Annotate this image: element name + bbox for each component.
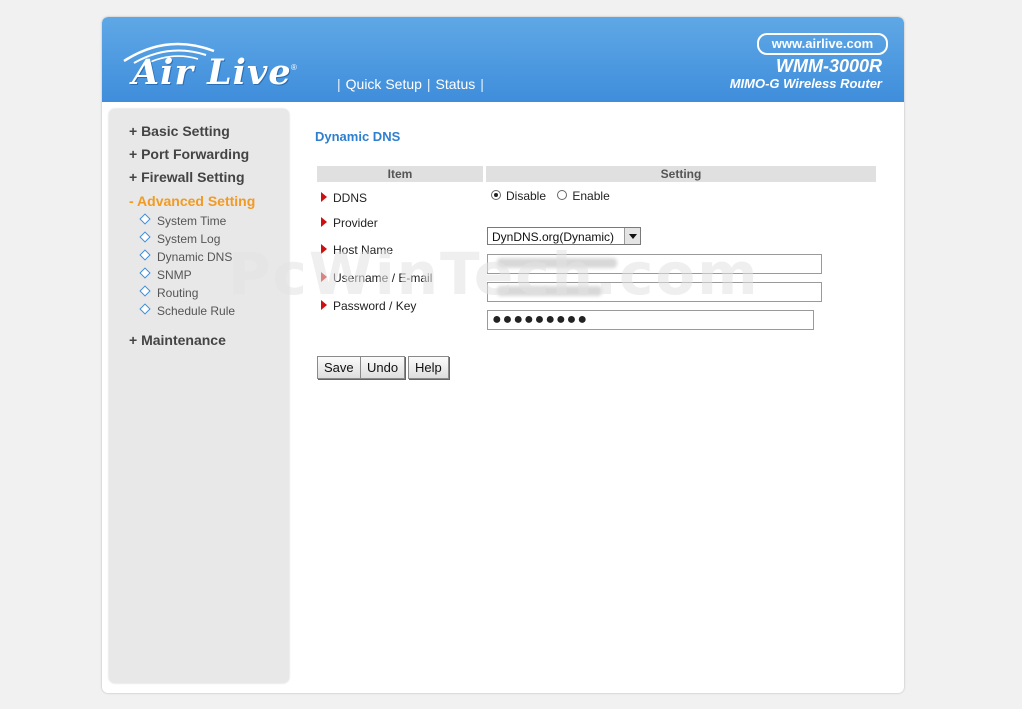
column-header-item: Item xyxy=(317,166,483,182)
subitem-label: SNMP xyxy=(157,268,192,282)
help-button[interactable]: Help xyxy=(408,356,449,379)
row-label-username: Username / E-mail xyxy=(321,271,432,285)
sidebar-subitem-snmp[interactable]: SNMP xyxy=(139,267,192,282)
nav-separator: | xyxy=(480,76,484,92)
sidebar-subitem-dynamic-dns[interactable]: Dynamic DNS xyxy=(139,249,233,264)
diamond-bullet-icon xyxy=(139,213,151,225)
sidebar-subitem-schedule-rule[interactable]: Schedule Rule xyxy=(139,303,236,318)
subitem-label: System Time xyxy=(157,214,227,228)
red-arrow-icon xyxy=(321,272,327,282)
sidebar-item-port-forwarding[interactable]: + Port Forwarding xyxy=(129,146,249,162)
nav-status[interactable]: Status xyxy=(436,76,476,92)
row-label-host-name: Host Name xyxy=(321,243,393,257)
redacted-username xyxy=(497,286,602,296)
diamond-bullet-icon xyxy=(139,303,151,315)
undo-button[interactable]: Undo xyxy=(360,356,406,379)
sidebar: + Basic Setting + Port Forwarding + Fire… xyxy=(109,109,289,683)
subitem-label: Schedule Rule xyxy=(157,304,236,318)
nav-separator: | xyxy=(337,76,341,92)
subitem-label: System Log xyxy=(157,232,221,246)
site-url-badge: www.airlive.com xyxy=(757,33,888,55)
subitem-label: Dynamic DNS xyxy=(157,250,233,264)
sidebar-item-firewall-setting[interactable]: + Firewall Setting xyxy=(129,169,245,185)
model-description: MIMO-G Wireless Router xyxy=(729,76,882,91)
ddns-enable-label: Enable xyxy=(572,189,610,203)
row-label-ddns: DDNS xyxy=(321,191,367,205)
chevron-down-icon[interactable] xyxy=(624,228,640,244)
provider-select[interactable]: DynDNS.org(Dynamic) xyxy=(487,227,641,245)
sidebar-subitem-system-log[interactable]: System Log xyxy=(139,231,221,246)
model-name: WMM-3000R xyxy=(775,56,882,76)
red-arrow-icon xyxy=(321,300,327,310)
nav-separator: | xyxy=(426,76,431,92)
provider-selected-value: DynDNS.org(Dynamic) xyxy=(492,230,615,244)
row-label-provider: Provider xyxy=(321,216,378,230)
red-arrow-icon xyxy=(321,244,327,254)
registered-mark: ® xyxy=(291,63,297,72)
sidebar-item-basic-setting[interactable]: + Basic Setting xyxy=(129,123,230,139)
airlive-logo: Air Live xyxy=(132,52,292,93)
diamond-bullet-icon xyxy=(139,231,151,243)
column-header-setting: Setting xyxy=(486,166,876,182)
ddns-disable-label: Disable xyxy=(506,189,547,203)
ddns-radio-group: Disable Enable xyxy=(491,189,610,203)
save-button[interactable]: Save xyxy=(317,356,361,379)
red-arrow-icon xyxy=(321,192,327,202)
nav-quick-setup[interactable]: Quick Setup xyxy=(346,76,422,92)
sidebar-subitem-system-time[interactable]: System Time xyxy=(139,213,227,228)
router-admin-frame: Air Live ® | Quick Setup | Status | www.airl… xyxy=(102,17,904,693)
sidebar-subitem-routing[interactable]: Routing xyxy=(139,285,199,300)
page-title: Dynamic DNS xyxy=(315,129,401,144)
red-arrow-icon xyxy=(321,217,327,227)
password-input[interactable]: ●●●●●●●●● xyxy=(487,310,814,330)
diamond-bullet-icon xyxy=(139,285,151,297)
subitem-label: Routing xyxy=(157,286,199,300)
diamond-bullet-icon xyxy=(139,249,151,261)
diamond-bullet-icon xyxy=(139,267,151,279)
sidebar-item-maintenance[interactable]: + Maintenance xyxy=(129,332,226,348)
header-banner: Air Live ® | Quick Setup | Status | www.airl… xyxy=(102,17,904,102)
ddns-disable-radio[interactable] xyxy=(491,190,501,200)
redacted-host-name xyxy=(497,258,617,268)
row-label-password: Password / Key xyxy=(321,299,416,313)
ddns-enable-radio[interactable] xyxy=(557,190,568,200)
top-nav: | Quick Setup | Status | xyxy=(332,76,489,92)
sidebar-item-advanced-setting[interactable]: - Advanced Setting xyxy=(129,193,255,209)
